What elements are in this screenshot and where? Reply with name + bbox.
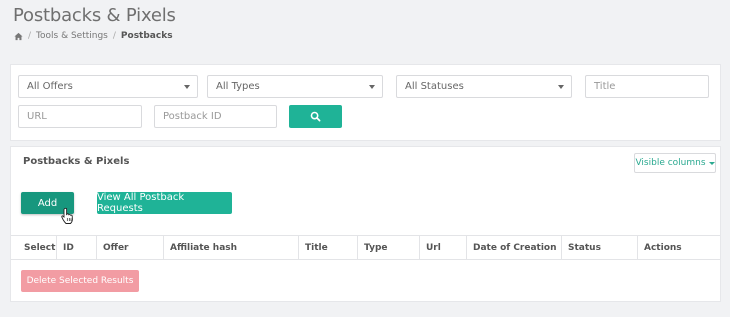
- delete-selected-results-button[interactable]: Delete Selected Results: [21, 270, 139, 292]
- breadcrumb-tools-settings[interactable]: Tools & Settings: [36, 31, 108, 41]
- page-title: Postbacks & Pixels: [13, 5, 176, 26]
- column-header-select[interactable]: Select: [11, 236, 56, 259]
- postback-id-input[interactable]: Postback ID: [154, 105, 277, 128]
- column-header-url[interactable]: Url: [419, 236, 466, 259]
- table-header: Select ID Offer Affiliate hash Title Typ…: [11, 235, 720, 260]
- statuses-select-value: All Statuses: [405, 81, 464, 92]
- postbacks-page: Postbacks & Pixels / Tools & Settings / …: [0, 0, 730, 317]
- types-select[interactable]: All Types: [207, 75, 383, 98]
- statuses-select[interactable]: All Statuses: [396, 75, 572, 98]
- column-header-offer[interactable]: Offer: [96, 236, 163, 259]
- column-header-type[interactable]: Type: [357, 236, 419, 259]
- offers-select-value: All Offers: [27, 81, 73, 92]
- column-header-affiliate-hash[interactable]: Affiliate hash: [163, 236, 298, 259]
- visible-columns-button[interactable]: Visible columns: [634, 153, 716, 173]
- hand-cursor-icon: [61, 207, 73, 224]
- types-select-value: All Types: [216, 81, 260, 92]
- postback-id-input-placeholder: Postback ID: [163, 111, 222, 122]
- visible-columns-label: Visible columns: [635, 158, 706, 168]
- search-button[interactable]: [289, 105, 342, 128]
- view-all-postback-requests-button[interactable]: View All Postback Requests: [97, 192, 232, 214]
- url-input-placeholder: URL: [27, 111, 47, 122]
- offers-select[interactable]: All Offers: [18, 75, 198, 98]
- column-header-status[interactable]: Status: [561, 236, 637, 259]
- title-input-placeholder: Title: [594, 81, 616, 92]
- results-title: Postbacks & Pixels: [23, 156, 130, 167]
- column-header-actions: Actions: [637, 236, 720, 259]
- caret-down-icon: [708, 161, 715, 165]
- home-icon[interactable]: [14, 32, 23, 41]
- title-input[interactable]: Title: [585, 75, 709, 98]
- breadcrumb-postbacks: Postbacks: [120, 31, 173, 41]
- chevron-down-icon: [558, 85, 564, 89]
- column-header-date-of-creation[interactable]: Date of Creation: [466, 236, 561, 259]
- chevron-down-icon: [184, 85, 190, 89]
- results-panel: Postbacks & Pixels Visible columns Add V…: [10, 146, 721, 302]
- chevron-down-icon: [369, 85, 375, 89]
- filters-panel: All Offers All Types All Statuses Title …: [10, 64, 721, 141]
- search-icon: [310, 111, 321, 122]
- column-header-title[interactable]: Title: [298, 236, 357, 259]
- breadcrumb-separator: /: [112, 31, 116, 41]
- column-header-id[interactable]: ID: [56, 236, 96, 259]
- breadcrumb: / Tools & Settings / Postbacks: [14, 31, 173, 41]
- url-input[interactable]: URL: [18, 105, 142, 128]
- breadcrumb-separator: /: [28, 31, 32, 41]
